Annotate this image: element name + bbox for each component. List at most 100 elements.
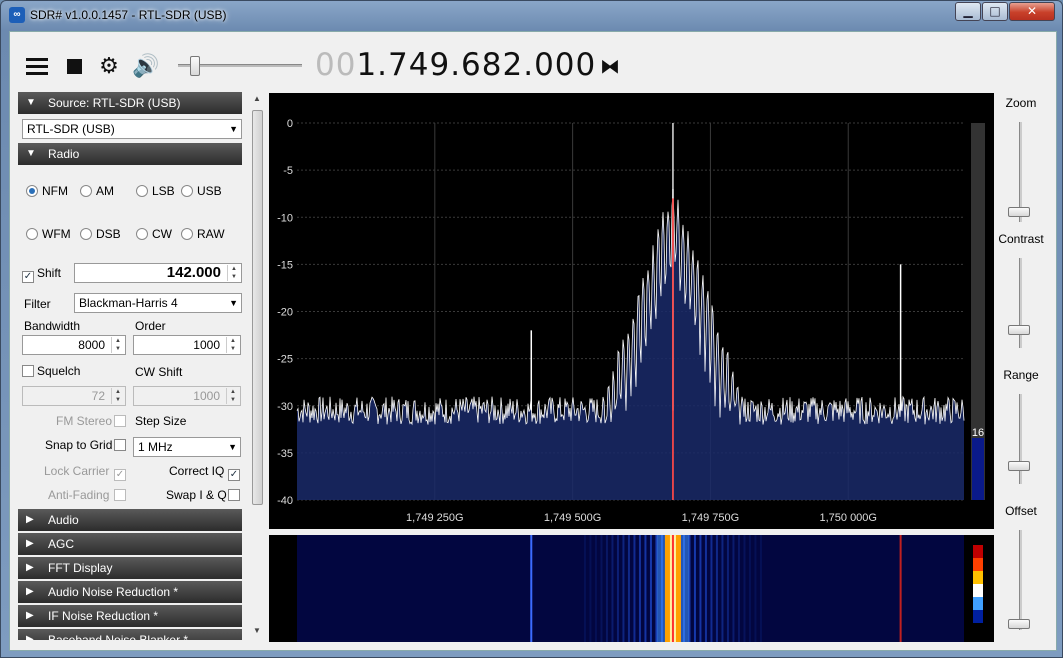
radio-circle <box>26 228 38 240</box>
mode-radio-wfm[interactable]: WFM <box>26 227 71 241</box>
expand-icon: ▶ <box>26 634 34 640</box>
mode-radio-nfm[interactable]: NFM <box>26 184 68 198</box>
stop-icon[interactable] <box>61 54 87 80</box>
panel-header-if-noise-reduction[interactable]: ▶ IF Noise Reduction * <box>18 605 242 627</box>
y-tick-label: -20 <box>277 307 293 319</box>
snap-checkbox[interactable] <box>114 438 129 452</box>
mode-radio-raw[interactable]: RAW <box>181 227 225 241</box>
mode-radio-dsb[interactable]: DSB <box>80 227 121 241</box>
lockcarrier-checkbox[interactable]: ✓ <box>114 464 129 481</box>
scroll-thumb[interactable] <box>252 110 263 505</box>
frequency-leading: 00 <box>315 47 357 83</box>
mode-label: NFM <box>42 184 68 198</box>
order-input[interactable]: 1000 ▲ ▼ <box>133 335 241 355</box>
filter-value: Blackman-Harris 4 <box>79 296 178 310</box>
range-slider[interactable] <box>1008 461 1030 471</box>
panel-header-agc[interactable]: ▶ AGC <box>18 533 242 555</box>
fmstereo-label: FM Stereo <box>56 414 113 428</box>
title-bar[interactable]: ∞ SDR# v1.0.0.1457 - RTL-SDR (USB) ▁ □ ✕ <box>1 1 1062 29</box>
window-title: SDR# v1.0.0.1457 - RTL-SDR (USB) <box>30 8 227 22</box>
radio-header[interactable]: ▼ Radio <box>18 143 242 165</box>
fmstereo-checkbox[interactable] <box>114 414 129 428</box>
squelch-checkbox[interactable]: Squelch <box>22 364 80 378</box>
mode-label: CW <box>152 227 172 241</box>
cwshift-input[interactable]: 1000 ▲ ▼ <box>133 386 241 406</box>
speaker-icon[interactable]: 🔊 <box>132 54 159 80</box>
volume-thumb[interactable] <box>190 56 200 76</box>
panel-header-label: AGC <box>48 537 75 551</box>
waterfall-spur <box>530 535 533 642</box>
expand-icon: ▶ <box>26 610 34 621</box>
toolbar: ⚙ 🔊 001.749.682.000 ⧓ <box>10 32 1056 92</box>
stepsize-select[interactable]: 1 MHz ▼ <box>133 437 241 457</box>
range-label: Range <box>1003 368 1039 382</box>
correctiq-checkbox[interactable]: ✓ <box>228 464 243 481</box>
frequency-display[interactable]: 001.749.682.000 <box>315 47 596 83</box>
waterfall[interactable] <box>269 535 994 642</box>
volume-slider[interactable] <box>178 56 302 76</box>
y-tick-label: -25 <box>277 354 293 366</box>
antifading-checkbox[interactable] <box>114 488 129 502</box>
waterfall-stripe <box>710 535 713 642</box>
minimize-button[interactable]: ▁ <box>955 2 981 21</box>
source-header[interactable]: ▼ Source: RTL-SDR (USB) <box>18 92 242 114</box>
panel-header-audio-noise-reduction[interactable]: ▶ Audio Noise Reduction * <box>18 581 242 603</box>
swapiq-checkbox[interactable] <box>228 488 243 502</box>
panel-header-baseband-noise-blanker[interactable]: ▶ Baseband Noise Blanker * <box>18 629 242 640</box>
mode-radio-lsb[interactable]: LSB <box>136 184 175 198</box>
frequency-value: 1.749.682.000 <box>356 47 597 83</box>
offset-track[interactable] <box>1019 530 1022 630</box>
waterfall-stripe <box>594 535 597 642</box>
waterfall-color-scale <box>973 610 983 623</box>
squelch-input[interactable]: 72 ▲ ▼ <box>22 386 126 406</box>
offset-slider[interactable] <box>1008 619 1030 629</box>
menu-icon[interactable] <box>24 54 50 80</box>
contrast-slider[interactable] <box>1008 325 1030 335</box>
panel-header-label: FFT Display <box>48 561 113 575</box>
mode-label: DSB <box>96 227 121 241</box>
waterfall-stripe <box>699 535 702 642</box>
x-tick-label: 1,749 750G <box>682 512 740 524</box>
shift-label: Shift <box>37 266 62 280</box>
scroll-down-icon[interactable]: ▼ <box>253 626 261 635</box>
close-button[interactable]: ✕ <box>1009 2 1055 21</box>
waterfall-stripe <box>589 535 592 642</box>
panel-header-label: Audio <box>48 513 79 527</box>
y-tick-label: -30 <box>277 401 293 413</box>
y-tick-label: -40 <box>277 495 293 507</box>
shift-input[interactable]: 142.000 ▲ ▼ <box>74 263 242 283</box>
correctiq-label: Correct IQ <box>169 464 225 478</box>
waterfall-stripe <box>737 535 740 642</box>
swapiq-label: Swap I & Q <box>166 488 227 502</box>
waterfall-stripe <box>633 535 636 642</box>
waterfall-stripe <box>627 535 630 642</box>
zoom-slider[interactable] <box>1008 207 1030 217</box>
center-tune-icon[interactable]: ⧓ <box>600 54 620 79</box>
shift-checkbox[interactable]: ✓ Shift <box>22 266 61 283</box>
filter-select[interactable]: Blackman-Harris 4 ▼ <box>74 293 242 313</box>
panel-header-label: Audio Noise Reduction * <box>48 585 179 599</box>
mode-radio-am[interactable]: AM <box>80 184 114 198</box>
level-value: 16 <box>972 427 984 439</box>
source-device-select[interactable]: RTL-SDR (USB) ▼ <box>22 119 242 139</box>
gear-icon[interactable]: ⚙ <box>96 54 122 80</box>
waterfall-chart[interactable] <box>269 535 994 642</box>
bandwidth-input[interactable]: 8000 ▲ ▼ <box>22 335 126 355</box>
radio-circle <box>181 228 193 240</box>
mode-radio-usb[interactable]: USB <box>181 184 222 198</box>
panel-header-fft-display[interactable]: ▶ FFT Display <box>18 557 242 579</box>
spectrum-chart[interactable]: 0 -5 -10 -15 -20 -25 -30 -35 -40 1,749 250G 1,749 … <box>269 93 994 529</box>
panel-header-audio[interactable]: ▶ Audio <box>18 509 242 531</box>
squelch-value: 72 <box>91 389 105 403</box>
y-tick-label: -15 <box>277 259 293 271</box>
left-panel-scrollbar[interactable]: ▲ ▼ <box>250 92 264 640</box>
mode-radio-cw[interactable]: CW <box>136 227 172 241</box>
waterfall-stripe <box>759 535 762 642</box>
maximize-button[interactable]: □ <box>982 2 1008 21</box>
spectrum-analyzer[interactable]: 0 -5 -10 -15 -20 -25 -30 -35 -40 1,749 250G 1,749 … <box>269 93 994 529</box>
app-icon: ∞ <box>9 7 25 23</box>
waterfall-stripe <box>721 535 724 642</box>
radio-circle <box>26 185 38 197</box>
y-tick-label: -35 <box>277 448 293 460</box>
scroll-up-icon[interactable]: ▲ <box>253 94 261 103</box>
